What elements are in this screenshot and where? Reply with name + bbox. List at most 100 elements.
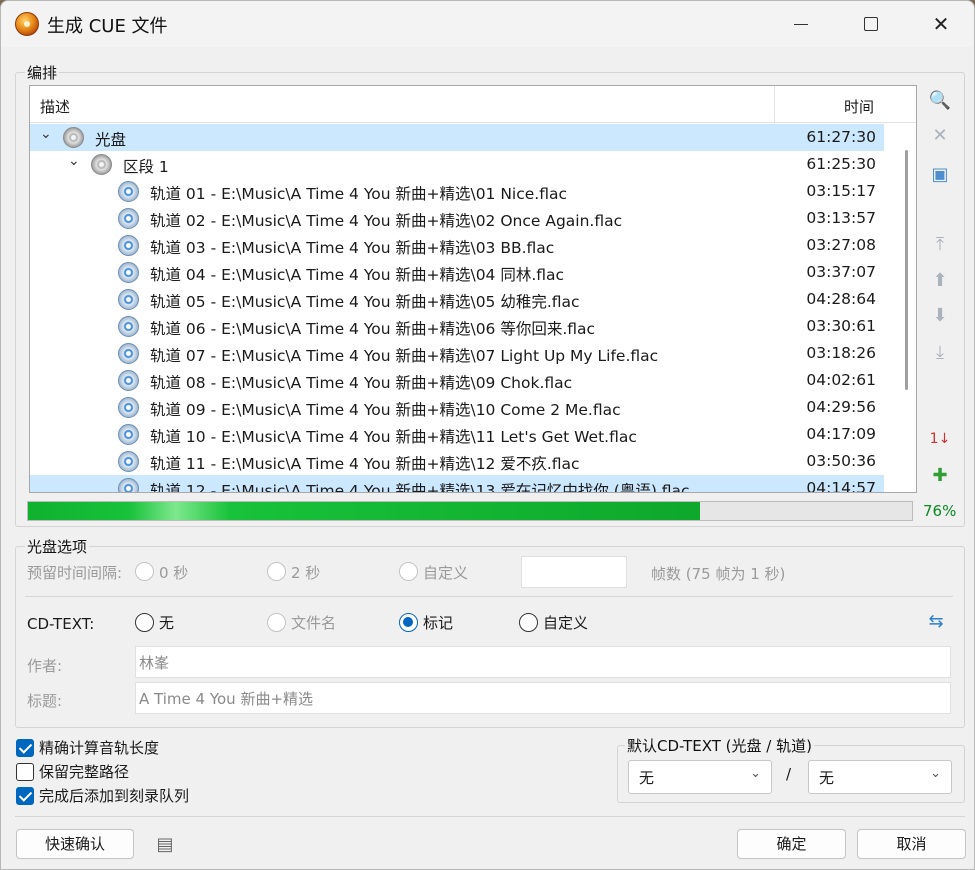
title-input[interactable]: A Time 4 You 新曲+精选 xyxy=(135,682,951,714)
table-row[interactable]: 轨道 08 - E:\Music\A Time 4 You 新曲+精选\09 C… xyxy=(30,367,884,394)
row-label: 轨道 11 - E:\Music\A Time 4 You 新曲+精选\12 爱… xyxy=(150,455,580,473)
list-header: 描述 时间 xyxy=(30,86,916,123)
chevron-down-icon[interactable]: ⌄ xyxy=(40,126,52,142)
cdtext-radio-tag[interactable] xyxy=(399,613,418,632)
keep-path-label[interactable]: 保留完整路径 xyxy=(39,761,129,782)
cue-dialog: 生成 CUE 文件 ✕ 编排 描述 时间 ⌄ 光盘 61:27:30 ⌄ 区段 1 61:… xyxy=(0,0,975,870)
cdtext-radio-custom[interactable] xyxy=(519,613,538,632)
cdtext-radio-filename[interactable] xyxy=(267,613,286,632)
exact-length-label[interactable]: 精确计算音轨长度 xyxy=(39,737,159,758)
table-row[interactable]: ⌄ 区段 1 61:25:30 xyxy=(30,151,884,178)
track-list[interactable]: 描述 时间 ⌄ 光盘 61:27:30 ⌄ 区段 1 61:25:30 轨道 01 - E:… xyxy=(29,85,917,493)
quick-confirm-button[interactable]: 快速确认 xyxy=(16,829,134,859)
pregap-radio-0[interactable] xyxy=(135,562,154,581)
close-button[interactable]: ✕ xyxy=(906,1,974,47)
table-row[interactable]: 轨道 01 - E:\Music\A Time 4 You 新曲+精选\01 N… xyxy=(30,178,884,205)
row-label: 轨道 04 - E:\Music\A Time 4 You 新曲+精选\04 同… xyxy=(150,266,565,284)
row-label: 轨道 07 - E:\Music\A Time 4 You 新曲+精选\07 L… xyxy=(150,347,659,365)
disc-icon xyxy=(91,154,112,175)
audio-track-icon xyxy=(118,370,139,391)
table-row[interactable]: 轨道 06 - E:\Music\A Time 4 You 新曲+精选\06 等… xyxy=(30,313,884,340)
minimize-button[interactable] xyxy=(766,1,836,47)
audio-track-icon xyxy=(118,316,139,337)
keep-path-checkbox[interactable] xyxy=(16,763,34,781)
cancel-button[interactable]: 取消 xyxy=(857,829,966,859)
chevron-down-icon[interactable]: ⌄ xyxy=(68,153,80,169)
table-row[interactable]: 轨道 09 - E:\Music\A Time 4 You 新曲+精选\10 C… xyxy=(30,394,884,421)
row-label: 轨道 10 - E:\Music\A Time 4 You 新曲+精选\11 L… xyxy=(150,428,637,446)
row-time: 61:25:30 xyxy=(806,155,876,173)
frames-input[interactable] xyxy=(521,556,627,588)
audio-track-icon xyxy=(118,478,139,492)
column-separator[interactable] xyxy=(774,86,775,123)
row-time: 04:14:57 xyxy=(806,479,876,493)
exact-length-checkbox[interactable] xyxy=(16,739,34,757)
row-label: 轨道 06 - E:\Music\A Time 4 You 新曲+精选\06 等… xyxy=(150,320,596,338)
pregap-option-0: 0 秒 xyxy=(159,564,189,582)
audio-track-icon xyxy=(118,451,139,472)
column-time[interactable]: 时间 xyxy=(844,96,874,117)
track-cdtext-select[interactable]: 无 ⌄ xyxy=(808,760,952,794)
sort-icon[interactable]: 1↓ xyxy=(928,427,952,451)
row-label: 轨道 03 - E:\Music\A Time 4 You 新曲+精选\03 B… xyxy=(150,239,555,257)
table-row[interactable]: 轨道 07 - E:\Music\A Time 4 You 新曲+精选\07 L… xyxy=(30,340,884,367)
progress-fill xyxy=(28,502,700,520)
move-down-icon[interactable]: ⬇ xyxy=(928,304,952,328)
table-row[interactable]: 轨道 10 - E:\Music\A Time 4 You 新曲+精选\11 L… xyxy=(30,421,884,448)
move-bottom-icon[interactable]: ⤓ xyxy=(928,341,952,365)
clipboard-icon[interactable]: ▤ xyxy=(153,833,177,857)
maximize-button[interactable] xyxy=(836,1,906,47)
disc-options-label: 光盘选项 xyxy=(25,536,90,557)
row-time: 03:13:57 xyxy=(806,209,876,227)
table-row[interactable]: 轨道 02 - E:\Music\A Time 4 You 新曲+精选\02 O… xyxy=(30,205,884,232)
table-row[interactable]: ⌄ 光盘 61:27:30 xyxy=(30,124,884,151)
title-bar: 生成 CUE 文件 ✕ xyxy=(1,1,974,47)
author-label: 作者: xyxy=(27,657,63,675)
browse-icon[interactable]: 🔍 xyxy=(928,89,952,113)
add-disc-icon[interactable]: ✚ xyxy=(928,464,952,488)
pregap-radio-custom[interactable] xyxy=(399,562,418,581)
audio-track-icon xyxy=(118,262,139,283)
delete-icon[interactable]: ✕ xyxy=(928,124,952,148)
audio-track-icon xyxy=(118,424,139,445)
disc-icon xyxy=(63,127,84,148)
disc-cdtext-value: 无 xyxy=(639,769,655,787)
table-row[interactable]: 轨道 11 - E:\Music\A Time 4 You 新曲+精选\12 爱… xyxy=(30,448,884,475)
pregap-radio-2[interactable] xyxy=(267,562,286,581)
disc-cdtext-select[interactable]: 无 ⌄ xyxy=(628,760,772,794)
add-queue-label[interactable]: 完成后添加到刻录队列 xyxy=(39,785,189,806)
frames-hint: 帧数 (75 帧为 1 秒) xyxy=(651,565,786,583)
minimize-icon xyxy=(794,23,808,25)
move-up-icon[interactable]: ⬆ xyxy=(928,269,952,293)
cdtext-separator: / xyxy=(786,765,792,783)
author-input[interactable]: 林峯 xyxy=(135,646,951,678)
row-time: 04:02:61 xyxy=(806,371,876,389)
add-queue-checkbox[interactable] xyxy=(16,787,34,805)
close-icon: ✕ xyxy=(932,12,950,36)
row-label: 轨道 02 - E:\Music\A Time 4 You 新曲+精选\02 O… xyxy=(150,212,623,230)
table-row[interactable]: 轨道 04 - E:\Music\A Time 4 You 新曲+精选\04 同… xyxy=(30,259,884,286)
move-top-icon[interactable]: ⤒ xyxy=(928,233,952,257)
table-row[interactable]: 轨道 03 - E:\Music\A Time 4 You 新曲+精选\03 B… xyxy=(30,232,884,259)
ok-button[interactable]: 确定 xyxy=(737,829,846,859)
clear-icon[interactable]: ▣ xyxy=(928,163,952,187)
audio-track-icon xyxy=(118,343,139,364)
maximize-icon xyxy=(864,17,878,31)
chevron-down-icon: ⌄ xyxy=(930,766,941,781)
track-cdtext-value: 无 xyxy=(819,769,835,787)
audio-track-icon xyxy=(118,289,139,310)
progress-bar xyxy=(27,501,913,521)
cdtext-radio-none[interactable] xyxy=(135,613,154,632)
bottom-divider xyxy=(15,816,965,817)
cdtext-label: CD-TEXT: xyxy=(27,615,95,633)
pregap-option-2: 2 秒 xyxy=(291,564,321,582)
table-row[interactable]: 轨道 12 - E:\Music\A Time 4 You 新曲+精选\13 爱… xyxy=(30,475,884,493)
scrollbar[interactable] xyxy=(905,150,908,390)
column-desc[interactable]: 描述 xyxy=(40,96,70,117)
refresh-icon[interactable]: ⇆ xyxy=(924,610,948,634)
row-time: 04:28:64 xyxy=(806,290,876,308)
audio-track-icon xyxy=(118,235,139,256)
cdtext-option-custom: 自定义 xyxy=(543,614,589,632)
window-title: 生成 CUE 文件 xyxy=(47,16,168,37)
table-row[interactable]: 轨道 05 - E:\Music\A Time 4 You 新曲+精选\05 幼… xyxy=(30,286,884,313)
